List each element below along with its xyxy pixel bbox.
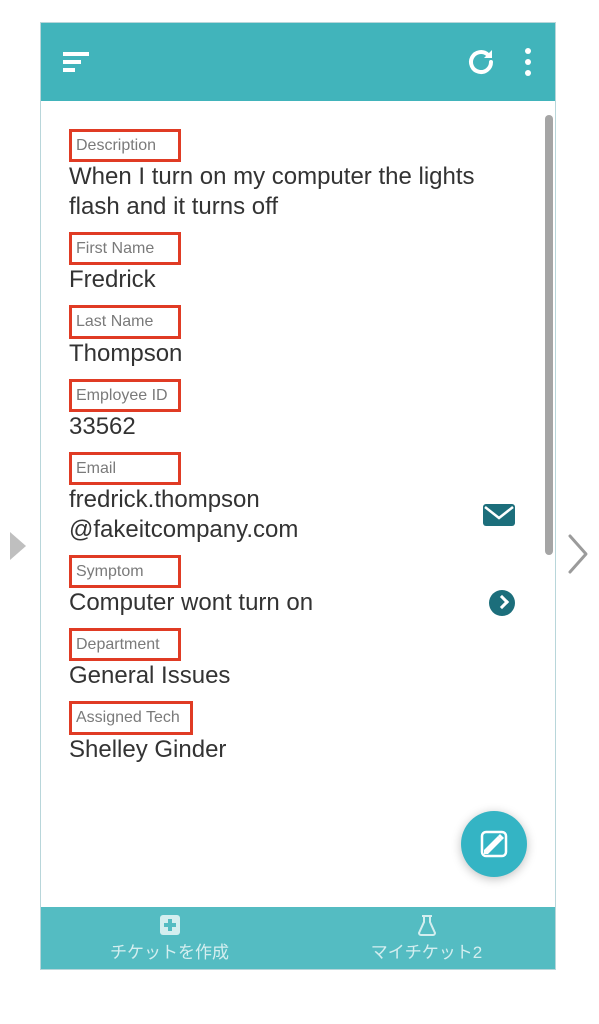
field-email: Email fredrick.thompson @fakeitcompany.c… [69, 452, 515, 545]
scrollbar[interactable] [543, 101, 555, 907]
plus-square-icon [159, 914, 181, 936]
email-icon[interactable] [483, 504, 515, 526]
value-email: fredrick.thompson @fakeitcompany.com [69, 485, 471, 545]
bottom-create-ticket[interactable]: チケットを作成 [41, 907, 298, 969]
bottom-mytickets-label: マイチケット2 [371, 938, 482, 963]
value-first-name: Fredrick [69, 265, 515, 295]
value-department: General Issues [69, 661, 515, 691]
bottom-create-label: チケットを作成 [110, 938, 229, 963]
edit-fab[interactable] [461, 811, 527, 877]
label-employee-id: Employee ID [69, 379, 181, 412]
value-last-name: Thompson [69, 339, 515, 369]
field-last-name: Last Name Thompson [69, 305, 515, 368]
flask-icon [417, 914, 437, 936]
field-description: Description When I turn on my computer t… [69, 129, 515, 222]
scroll-thumb[interactable] [545, 115, 553, 555]
label-assigned-tech: Assigned Tech [69, 701, 193, 734]
field-department: Department General Issues [69, 628, 515, 691]
label-department: Department [69, 628, 181, 661]
label-last-name: Last Name [69, 305, 181, 338]
field-first-name: First Name Fredrick [69, 232, 515, 295]
value-assigned-tech: Shelley Ginder [69, 735, 515, 765]
label-email: Email [69, 452, 181, 485]
label-first-name: First Name [69, 232, 181, 265]
label-symptom: Symptom [69, 555, 181, 588]
top-bar [41, 23, 555, 101]
chevron-right-circle-icon[interactable] [489, 590, 515, 616]
menu-sort-icon[interactable] [63, 50, 93, 74]
field-assigned-tech: Assigned Tech Shelley Ginder [69, 701, 515, 764]
app-frame: Description When I turn on my computer t… [40, 22, 556, 970]
field-employee-id: Employee ID 33562 [69, 379, 515, 442]
bottom-bar: チケットを作成 マイチケット2 [41, 907, 555, 969]
bottom-my-tickets[interactable]: マイチケット2 [298, 907, 555, 969]
prev-page-caret[interactable] [10, 532, 26, 560]
value-employee-id: 33562 [69, 412, 515, 442]
value-description: When I turn on my computer the lights fl… [69, 162, 515, 222]
content-wrap: Description When I turn on my computer t… [41, 101, 555, 907]
edit-icon [478, 828, 510, 860]
field-symptom: Symptom Computer wont turn on [69, 555, 515, 618]
ticket-detail: Description When I turn on my computer t… [41, 101, 543, 907]
label-description: Description [69, 129, 181, 162]
more-vertical-icon[interactable] [523, 47, 533, 77]
refresh-icon[interactable] [465, 46, 497, 78]
value-symptom: Computer wont turn on [69, 588, 477, 618]
